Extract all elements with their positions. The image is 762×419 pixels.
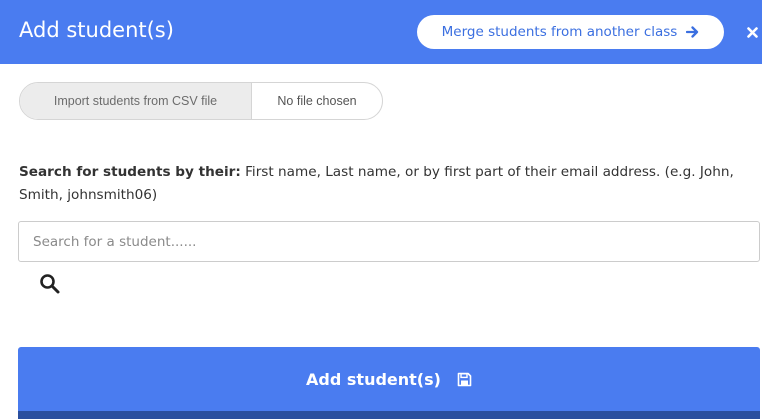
search-instructions-label: Search for students by their: [19,164,241,180]
dialog-bottom-edge [18,411,760,419]
file-chosen-status: No file chosen [277,94,357,108]
close-icon [746,26,758,38]
student-search-input[interactable] [18,221,760,262]
add-students-submit-label: Add student(s) [306,369,441,389]
import-csv-button[interactable]: Import students from CSV file [20,83,252,119]
csv-file-input[interactable]: Import students from CSV file No file ch… [19,82,383,120]
merge-students-label: Merge students from another class [441,24,678,40]
add-students-dialog: Add student(s) Merge students from anoth… [0,0,762,419]
arrow-right-icon [686,26,699,38]
dialog-header: Add student(s) Merge students from anoth… [0,0,762,64]
save-icon [457,372,472,387]
add-students-submit-button[interactable]: Add student(s) [18,347,760,411]
merge-students-button[interactable]: Merge students from another class [417,15,724,49]
search-instructions: Search for students by their: First name… [19,161,749,207]
close-button[interactable] [742,20,762,44]
search-icon[interactable] [39,273,61,295]
dialog-title: Add student(s) [19,18,174,42]
